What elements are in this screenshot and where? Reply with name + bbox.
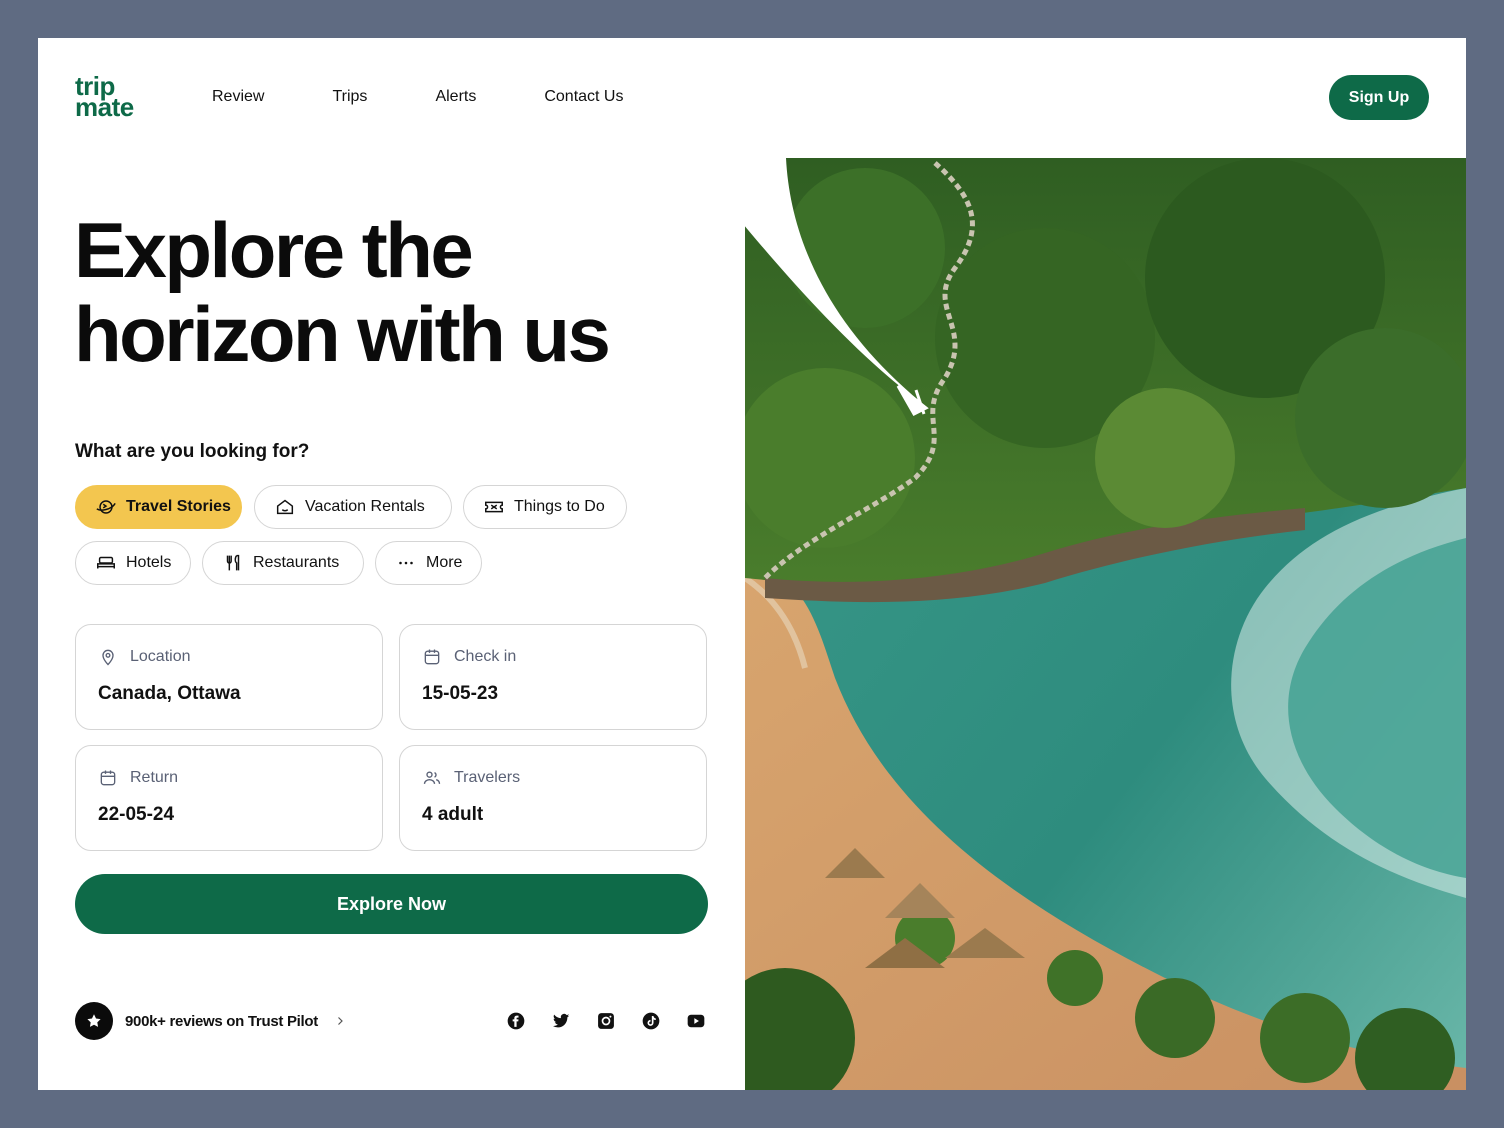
ticket-icon — [485, 501, 503, 513]
chevron-right-icon — [338, 1017, 343, 1025]
sign-up-button[interactable]: Sign Up — [1329, 75, 1429, 120]
calendar-icon — [424, 649, 440, 665]
location-label-text: Location — [130, 648, 191, 665]
landing-page: trip mate Review Trips Alerts Contact Us… — [38, 38, 1466, 1090]
globe-plane-icon — [96, 500, 116, 514]
flight-path-decoration — [738, 158, 929, 416]
star-icon — [87, 1014, 101, 1027]
travelers-label-text: Travelers — [454, 769, 521, 786]
chip-more[interactable]: More — [375, 541, 482, 585]
youtube-icon[interactable] — [686, 1011, 706, 1031]
return-label-text: Return — [130, 769, 179, 786]
nav-trips[interactable]: Trips — [332, 86, 367, 108]
star-badge — [75, 1002, 113, 1040]
nav-alerts[interactable]: Alerts — [435, 86, 476, 108]
chip-label: More — [426, 554, 463, 571]
trip-mate-logo[interactable]: trip mate — [75, 73, 134, 122]
location-pin-icon — [102, 649, 114, 666]
explore-now-button[interactable]: Explore Now — [75, 874, 708, 934]
check-in-label-text: Check in — [454, 648, 517, 665]
chip-label: Hotels — [126, 554, 172, 571]
users-icon — [423, 771, 441, 784]
check-in-field[interactable]: Check in 15-05-23 — [399, 624, 707, 730]
location-field[interactable]: Location Canada, Ottawa — [75, 624, 383, 730]
travelers-label: Travelers — [422, 768, 520, 788]
trust-pilot-link[interactable]: 900k+ reviews on Trust Pilot — [75, 1002, 346, 1040]
chip-vacation-rentals[interactable]: Vacation Rentals — [254, 485, 452, 529]
logo-line-2: mate — [75, 92, 134, 122]
return-label: Return — [98, 768, 178, 788]
main-nav: Review Trips Alerts Contact Us — [212, 86, 691, 108]
location-value: Canada, Ottawa — [98, 683, 241, 704]
chip-hotels[interactable]: Hotels — [75, 541, 191, 585]
facebook-icon[interactable] — [506, 1011, 526, 1031]
chip-label: Travel Stories — [126, 498, 231, 515]
return-field[interactable]: Return 22-05-24 — [75, 745, 383, 851]
twitter-icon[interactable] — [551, 1011, 571, 1031]
nav-contact-us[interactable]: Contact Us — [544, 86, 623, 108]
chip-things-to-do[interactable]: Things to Do — [463, 485, 627, 529]
chip-label: Things to Do — [514, 498, 605, 515]
social-links — [506, 1011, 706, 1031]
chip-label: Vacation Rentals — [305, 498, 425, 515]
more-dots-icon — [399, 561, 413, 565]
tiktok-icon[interactable] — [641, 1011, 661, 1031]
bed-icon — [97, 556, 115, 569]
chip-travel-stories[interactable]: Travel Stories — [75, 485, 242, 529]
search-question: What are you looking for? — [75, 441, 310, 462]
return-value: 22-05-24 — [98, 804, 175, 825]
nav-review[interactable]: Review — [212, 86, 264, 108]
check-in-label: Check in — [422, 647, 516, 667]
travelers-field[interactable]: Travelers 4 adult — [399, 745, 707, 851]
hero-title-line-2: horizon with us — [74, 290, 611, 378]
plane-icon — [896, 384, 929, 416]
calendar-icon — [100, 770, 116, 786]
check-in-value: 15-05-23 — [422, 683, 499, 704]
location-label: Location — [98, 647, 191, 667]
hero-title: Explore the horizon with us — [74, 206, 611, 378]
trust-pilot-text: 900k+ reviews on Trust Pilot — [125, 1012, 318, 1030]
instagram-icon[interactable] — [596, 1011, 616, 1031]
chip-restaurants[interactable]: Restaurants — [202, 541, 364, 585]
hero-title-line-1: Explore the — [74, 206, 474, 294]
chip-label: Restaurants — [253, 554, 340, 571]
travelers-value: 4 adult — [422, 804, 484, 825]
fork-knife-icon — [226, 554, 240, 571]
house-icon — [276, 499, 294, 515]
